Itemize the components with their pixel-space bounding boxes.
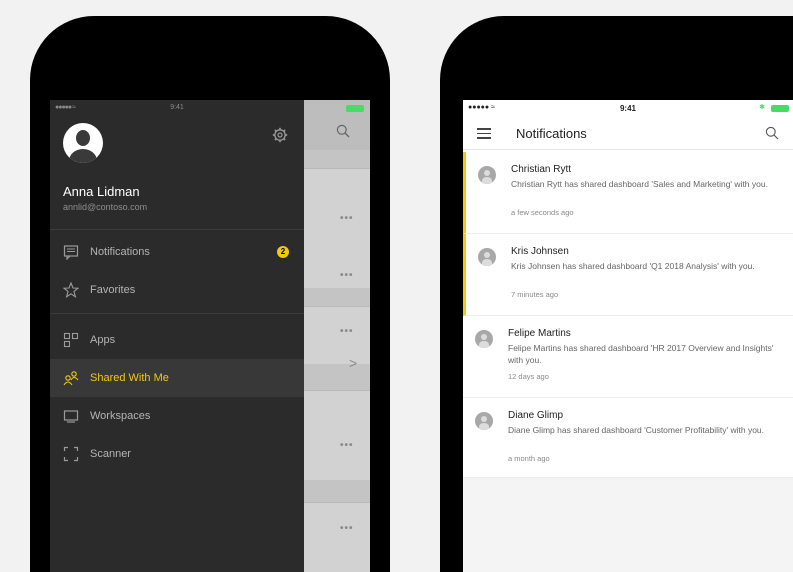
more-options-icon[interactable]: •••	[340, 213, 354, 224]
avatar	[478, 166, 496, 184]
phone-right: ●●●●● ≈ 9:41 ✱ Notifications Christian R…	[440, 16, 793, 572]
navigation-drawer: ●●●●● ≈ 9:41 Anna Lidman annlid@contoso.…	[50, 100, 304, 572]
battery-icon	[771, 105, 789, 112]
avatar[interactable]	[63, 123, 103, 163]
phone-left: ●●●●● ≈ 9:41 Anna Lidman annlid@contoso.…	[30, 16, 390, 572]
notification-sender: Diane Glimp	[508, 410, 564, 421]
notification-time: 7 minutes ago	[511, 290, 559, 299]
menu-item-notifications[interactable]: Notifications 2	[50, 233, 304, 271]
menu-item-label: Notifications	[90, 246, 150, 258]
apps-icon	[63, 332, 79, 348]
user-name: Anna Lidman	[63, 184, 140, 199]
star-icon	[63, 282, 79, 298]
notification-time: a month ago	[508, 454, 550, 463]
notification-item[interactable]: Kris Johnsen Kris Johnsen has shared das…	[463, 234, 793, 316]
scanner-icon	[63, 446, 79, 462]
page-title: Notifications	[516, 126, 587, 141]
notification-message: Christian Rytt has shared dashboard 'Sal…	[511, 179, 768, 189]
menu-item-scanner[interactable]: Scanner	[50, 435, 304, 473]
divider	[50, 229, 304, 230]
navigation-drawer-screen: ●●●●● ≈ 9:41 Anna Lidman annlid@contoso.…	[50, 100, 370, 572]
notification-sender: Christian Rytt	[511, 164, 572, 175]
notification-item[interactable]: Diane Glimp Diane Glimp has shared dashb…	[463, 398, 793, 478]
notification-item[interactable]: Christian Rytt Christian Rytt has shared…	[463, 152, 793, 234]
menu-item-label: Favorites	[90, 284, 136, 296]
dashboard-tile[interactable]	[304, 502, 370, 572]
notification-message: Felipe Martins has shared dashboard 'HR …	[508, 343, 774, 365]
avatar	[475, 330, 493, 348]
dashboard-tile[interactable]	[304, 390, 370, 480]
notification-message: Kris Johnsen has shared dashboard 'Q1 20…	[511, 261, 755, 271]
notification-message: Diane Glimp has shared dashboard 'Custom…	[508, 425, 765, 435]
notification-time: a few seconds ago	[511, 208, 574, 217]
shared-icon	[63, 371, 79, 386]
menu-item-label: Shared With Me	[90, 372, 169, 384]
more-options-icon[interactable]: •••	[340, 523, 354, 534]
menu-item-favorites[interactable]: Favorites	[50, 271, 304, 309]
menu-item-apps[interactable]: Apps	[50, 321, 304, 359]
status-bar: ●●●●● ≈ 9:41	[50, 100, 304, 118]
status-time: 9:41	[619, 104, 636, 113]
avatar	[475, 412, 493, 430]
menu-item-label: Apps	[90, 334, 116, 346]
menu-item-label: Workspaces	[90, 410, 151, 422]
notification-item[interactable]: Felipe Martins Felipe Martins has shared…	[463, 316, 793, 398]
workspaces-icon	[63, 410, 79, 423]
chevron-right-icon[interactable]: >	[349, 355, 357, 371]
dashboard-tile[interactable]	[304, 306, 370, 364]
user-email: annlid@contoso.com	[63, 202, 148, 212]
notifications-screen: ●●●●● ≈ 9:41 ✱ Notifications Christian R…	[463, 100, 793, 572]
notification-sender: Felipe Martins	[508, 328, 571, 339]
notification-sender: Kris Johnsen	[511, 246, 569, 257]
battery-icon	[346, 105, 364, 112]
menu-item-label: Scanner	[90, 448, 131, 460]
status-time: 9:41	[170, 104, 184, 111]
content-behind-drawer[interactable]: ••• ••• ••• > ••• •••	[304, 100, 370, 572]
notification-time: 12 days ago	[508, 372, 549, 381]
menu-item-workspaces[interactable]: Workspaces	[50, 397, 304, 435]
gear-icon[interactable]	[272, 127, 288, 143]
menu-item-shared-with-me[interactable]: Shared With Me	[50, 359, 304, 397]
more-options-icon[interactable]: •••	[340, 440, 354, 451]
search-icon[interactable]	[336, 124, 350, 138]
status-bar: ●●●●● ≈ 9:41 ✱	[463, 100, 793, 118]
bluetooth-icon: ✱	[759, 104, 765, 111]
dashboard-tile[interactable]	[304, 168, 370, 288]
more-options-icon[interactable]: •••	[340, 270, 354, 281]
notifications-icon	[63, 245, 79, 260]
search-icon[interactable]	[765, 126, 779, 140]
empty-area	[463, 478, 793, 572]
avatar	[478, 248, 496, 266]
notification-count-badge: 2	[277, 246, 289, 258]
hamburger-menu-icon[interactable]	[477, 128, 491, 139]
divider	[50, 313, 304, 314]
more-options-icon[interactable]: •••	[340, 326, 354, 337]
navigation-bar: Notifications	[463, 118, 793, 150]
